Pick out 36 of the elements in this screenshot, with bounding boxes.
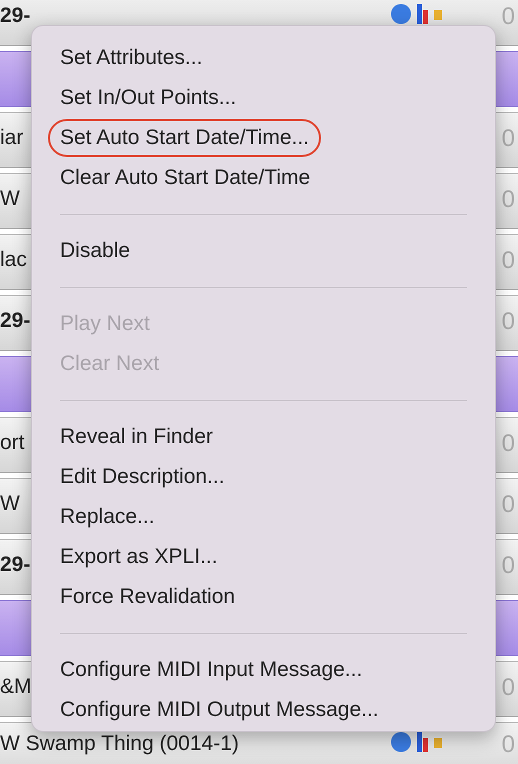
menu-item[interactable]: Edit Description... bbox=[48, 457, 237, 497]
menu-item: Clear Next bbox=[48, 344, 172, 384]
menu-item[interactable]: Disable bbox=[48, 231, 142, 271]
cue-name: W Swamp Thing (0014-1) bbox=[0, 732, 239, 755]
bars-icon bbox=[416, 732, 428, 752]
cue-time: 0 bbox=[502, 4, 515, 30]
cue-name: 29- bbox=[0, 309, 30, 332]
cue-name: 29- bbox=[0, 553, 30, 576]
circle-icon bbox=[390, 4, 411, 24]
bars-icon bbox=[416, 4, 428, 24]
menu-item: Play Next bbox=[48, 304, 162, 344]
menu-item[interactable]: Configure MIDI Input Message... bbox=[48, 650, 374, 690]
cue-time: 0 bbox=[502, 187, 515, 213]
cue-time: 0 bbox=[502, 126, 515, 152]
cue-name: ort bbox=[0, 431, 25, 454]
cue-name: 29- bbox=[0, 4, 30, 27]
cue-time: 0 bbox=[502, 553, 515, 579]
cue-name: lac bbox=[0, 248, 27, 271]
menu-item[interactable]: Reveal in Finder bbox=[48, 417, 225, 457]
cue-time: 0 bbox=[502, 309, 515, 335]
cue-time: 0 bbox=[502, 431, 515, 457]
menu-item[interactable]: Export as XPLI... bbox=[48, 537, 230, 577]
menu-item[interactable]: Set Auto Start Date/Time... bbox=[48, 119, 321, 157]
cue-time: 0 bbox=[502, 248, 515, 274]
menu-item[interactable]: Clear Auto Start Date/Time bbox=[48, 158, 322, 198]
cue-name: iar bbox=[0, 126, 24, 149]
cue-time: 0 bbox=[502, 675, 515, 701]
cue-time: 0 bbox=[502, 492, 515, 518]
cue-time: 0 bbox=[502, 732, 515, 758]
menu-item[interactable]: Force Revalidation bbox=[48, 577, 248, 617]
menu-item[interactable]: Set In/Out Points... bbox=[48, 78, 248, 118]
cue-name: W bbox=[0, 492, 20, 515]
circle-icon bbox=[390, 732, 411, 752]
cue-name: &M bbox=[0, 675, 32, 698]
menu-item[interactable]: Replace... bbox=[48, 497, 167, 537]
cue-name: W bbox=[0, 187, 20, 210]
